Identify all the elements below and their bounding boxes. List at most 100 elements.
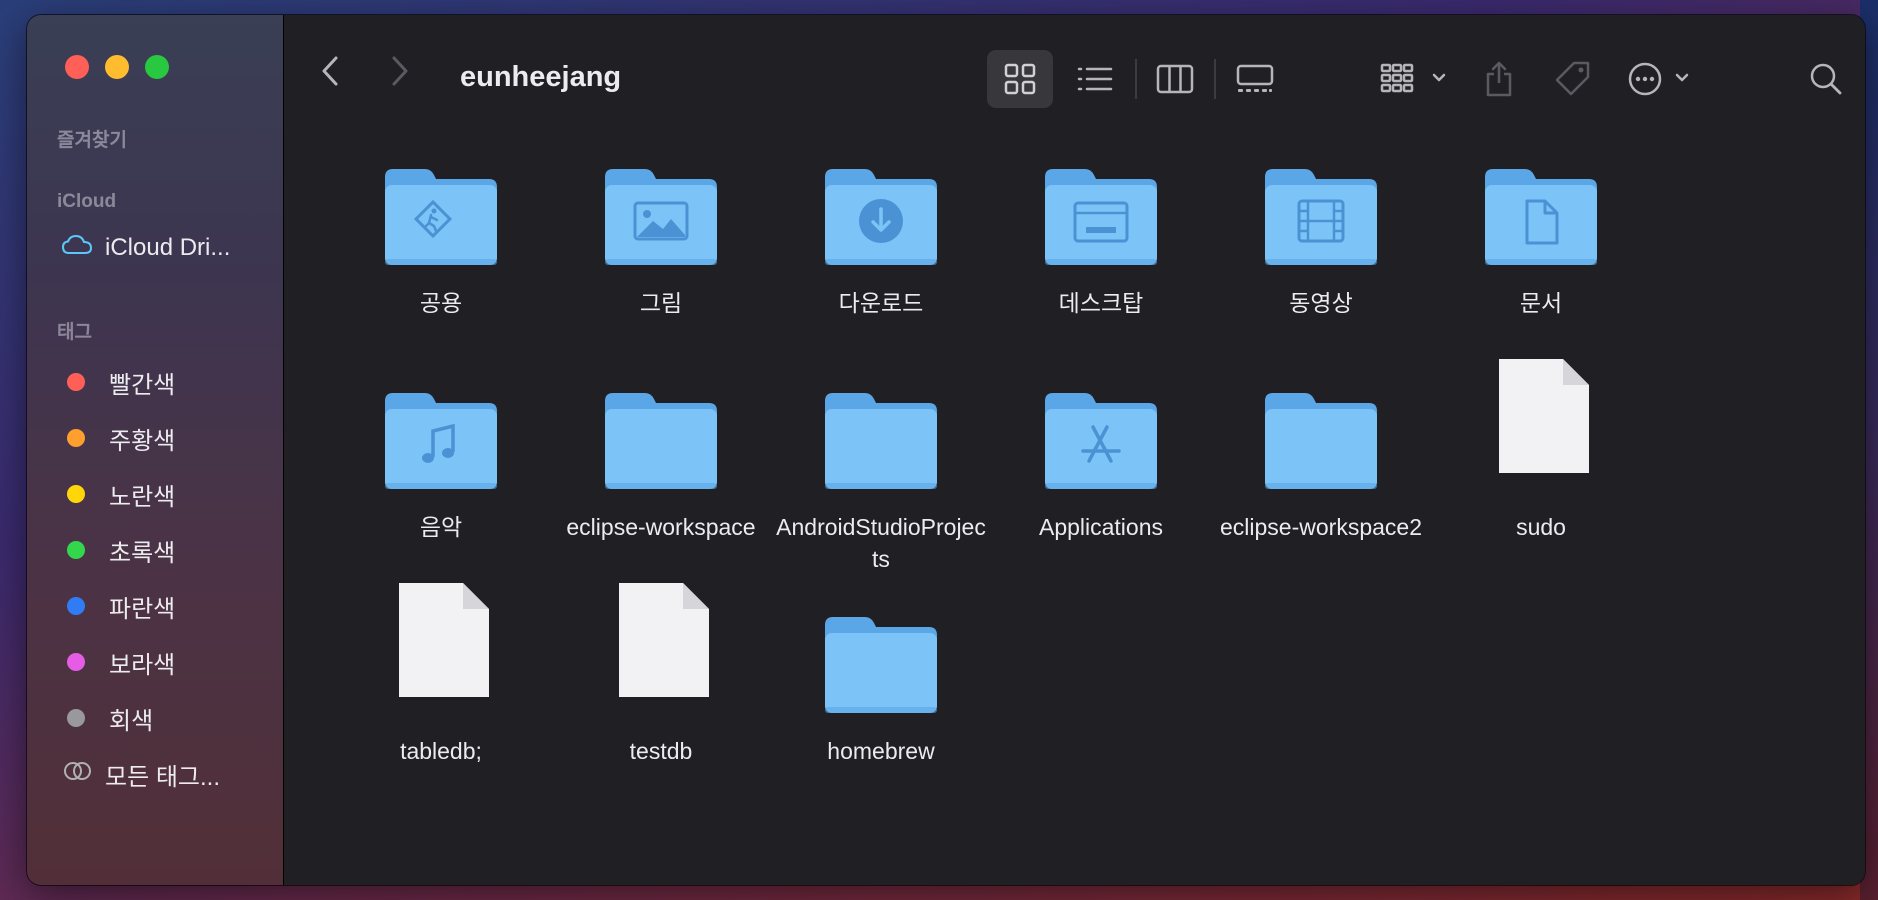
item-name: tabledb; — [400, 738, 482, 764]
icon-view-button[interactable] — [987, 50, 1053, 108]
more-button[interactable] — [1619, 50, 1703, 108]
tag-color-dot — [67, 541, 85, 559]
gallery-view-icon — [1236, 64, 1274, 92]
finder-window: 즐겨찾기 iCloud iCloud Dri... 태그 빨간색주황색노란색초록… — [27, 15, 1865, 885]
tag-color-dot — [67, 485, 85, 503]
document-icon — [1481, 359, 1601, 477]
gallery-view-button[interactable] — [1222, 50, 1288, 108]
folder-icon — [381, 389, 501, 493]
main-content: eunheejang 공용 그림 다운로드 데스크탑 동영상 문서 음악 ecl… — [284, 15, 1865, 885]
sidebar-item-label: 회색 — [109, 707, 154, 735]
column-view-icon — [1156, 64, 1194, 94]
tag-color-dot — [67, 597, 85, 615]
file-item[interactable]: sudo — [1436, 359, 1646, 543]
item-name: AndroidStudioProjects — [776, 514, 986, 572]
folder-icon — [601, 389, 721, 493]
list-view-button[interactable] — [1062, 50, 1128, 108]
cloud-icon — [61, 233, 93, 264]
sidebar-item-all-tags[interactable]: 모든 태그... — [63, 756, 220, 792]
favorites-header: 즐겨찾기 — [57, 130, 127, 151]
tag-button[interactable] — [1546, 50, 1600, 108]
document-icon — [601, 583, 721, 701]
folder-item[interactable]: 음악 — [336, 389, 546, 543]
item-name: sudo — [1516, 514, 1566, 540]
sidebar-item-label: 초록색 — [109, 539, 176, 567]
sidebar-item-label: 보라색 — [109, 651, 176, 679]
icloud-header: iCloud — [57, 191, 117, 212]
tag-color-dot — [67, 429, 85, 447]
close-button[interactable] — [65, 55, 89, 79]
item-name: eclipse-workspace2 — [1220, 514, 1422, 540]
folder-item[interactable]: eclipse-workspace — [556, 389, 766, 543]
sidebar-item-label: 노란색 — [109, 483, 176, 511]
folder-icon — [1261, 389, 1381, 493]
item-name: 데스크탑 — [1058, 290, 1144, 316]
item-name: 다운로드 — [838, 290, 924, 316]
sidebar-item-tag[interactable]: 빨간색 — [67, 364, 175, 400]
tag-color-dot — [67, 653, 85, 671]
tag-color-dot — [67, 373, 85, 391]
sidebar-item-tag[interactable]: 파란색 — [67, 588, 175, 624]
sidebar-item-tag[interactable]: 회색 — [67, 700, 153, 736]
group-icon — [1380, 63, 1446, 93]
sidebar-item-tag[interactable]: 노란색 — [67, 476, 175, 512]
file-item[interactable]: tabledb; — [336, 583, 546, 767]
tags-header: 태그 — [57, 322, 92, 343]
folder-icon — [821, 165, 941, 269]
folder-icon — [821, 613, 941, 717]
forward-button[interactable] — [380, 49, 420, 93]
more-icon — [1628, 62, 1689, 96]
back-button[interactable] — [310, 49, 350, 93]
zoom-button[interactable] — [145, 55, 169, 79]
sidebar-item-icloud-drive[interactable]: iCloud Dri... — [61, 230, 230, 266]
folder-item[interactable]: Applications — [996, 389, 1206, 543]
folder-item[interactable]: 그림 — [556, 165, 766, 319]
icon-view-icon — [1004, 63, 1036, 95]
sidebar-item-tag[interactable]: 주황색 — [67, 420, 175, 456]
all-tags-icon — [63, 760, 93, 788]
item-name: testdb — [629, 738, 693, 764]
folder-item[interactable]: homebrew — [776, 613, 986, 767]
window-controls — [65, 55, 169, 79]
search-icon — [1810, 63, 1842, 95]
list-view-icon — [1077, 67, 1113, 91]
item-name: 그림 — [639, 290, 683, 316]
folder-item[interactable]: 공용 — [336, 165, 546, 319]
item-name: eclipse-workspace — [566, 514, 756, 540]
share-button[interactable] — [1474, 50, 1524, 108]
minimize-button[interactable] — [105, 55, 129, 79]
item-name: homebrew — [827, 738, 935, 764]
sidebar-item-label: 빨간색 — [109, 371, 176, 399]
folder-icon — [1041, 165, 1161, 269]
sidebar-item-label: 주황색 — [109, 427, 176, 455]
search-button[interactable] — [1799, 50, 1853, 108]
folder-icon — [821, 389, 941, 493]
sidebar: 즐겨찾기 iCloud iCloud Dri... 태그 빨간색주황색노란색초록… — [27, 15, 284, 885]
sidebar-item-tag[interactable]: 초록색 — [67, 532, 175, 568]
item-name: 동영상 — [1289, 290, 1353, 316]
group-button[interactable] — [1374, 50, 1458, 108]
chevron-down-icon — [1432, 73, 1446, 82]
toolbar-divider — [1214, 59, 1216, 99]
item-name: 공용 — [419, 290, 463, 316]
folder-item[interactable]: AndroidStudioProjects — [776, 389, 986, 575]
toolbar: eunheejang — [284, 15, 1865, 115]
folder-item[interactable]: eclipse-workspace2 — [1216, 389, 1426, 543]
folder-item[interactable]: 데스크탑 — [996, 165, 1206, 319]
folder-item[interactable]: 동영상 — [1216, 165, 1426, 319]
folder-icon — [1041, 389, 1161, 493]
column-view-button[interactable] — [1143, 50, 1207, 108]
item-name: 음악 — [419, 514, 463, 540]
file-item[interactable]: testdb — [556, 583, 766, 767]
sidebar-item-tag[interactable]: 보라색 — [67, 644, 175, 680]
item-name: 문서 — [1519, 290, 1563, 316]
folder-icon — [381, 165, 501, 269]
back-icon — [322, 56, 338, 86]
sidebar-item-label: 모든 태그... — [105, 763, 220, 791]
folder-item[interactable]: 문서 — [1436, 165, 1646, 319]
folder-icon — [601, 165, 721, 269]
item-name: Applications — [1038, 514, 1164, 540]
folder-item[interactable]: 다운로드 — [776, 165, 986, 319]
tag-icon — [1555, 61, 1590, 96]
document-icon — [381, 583, 501, 701]
